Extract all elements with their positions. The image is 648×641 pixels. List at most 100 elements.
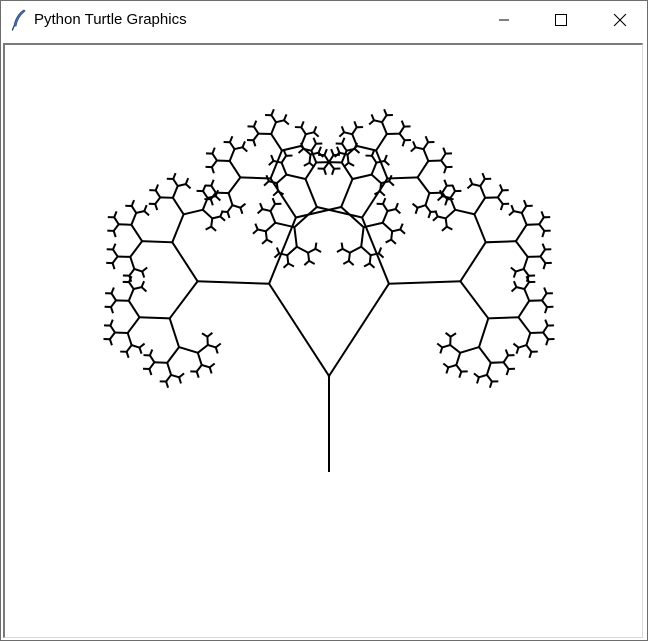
tree-branch [210,159,219,169]
title-bar[interactable]: Python Turtle Graphics [1,1,647,39]
tree-branch [538,255,547,265]
minimize-button[interactable] [481,1,527,39]
tree-branch [110,287,115,295]
tree-branch [140,285,148,293]
tree-branch [443,165,448,174]
tree-branch [129,255,136,271]
tree-branch [370,161,378,176]
tree-branch [377,251,385,259]
tree-branch [541,324,549,334]
tree-branch [401,138,406,147]
tree-branch [545,337,550,346]
tree-branch [112,215,121,226]
tree-branch [342,259,351,265]
tree-branch [127,267,136,278]
tree-branch [350,132,359,148]
turtle-canvas-area[interactable] [3,43,643,638]
tree-branch [385,238,393,244]
tree-branch [312,130,320,138]
tree-branch [473,212,488,244]
tree-branch [489,361,505,364]
tree-branch [327,153,335,164]
tree-branch [398,228,406,235]
tree-branch [218,215,226,222]
tree-branch [164,373,173,383]
tree-branch [280,161,288,176]
tree-branch [261,238,269,245]
tree-branch [252,120,258,128]
tree-branch [171,172,177,181]
tree-branch [370,113,376,122]
tree-branch [505,367,510,376]
tree-branch [171,177,180,188]
tree-branch [387,280,462,285]
tree-branch [177,345,200,355]
tree-branch [252,125,260,135]
tree-branch [512,280,518,289]
tree-branch [346,153,350,164]
tree-branch [108,331,117,341]
tree-branch [355,144,378,152]
tree-branch [210,179,215,187]
tree-branch [473,196,487,216]
tree-branch [300,121,305,129]
tree-branch [130,211,138,227]
tree-branch [434,210,440,218]
tree-branch [485,373,494,383]
close-button[interactable] [597,1,643,39]
tree-branch [468,177,474,186]
tree-branch [477,317,490,349]
tree-branch [265,174,271,183]
tree-branch [422,147,430,163]
tree-branch [381,202,389,213]
tree-branch [274,221,296,229]
tree-branch [109,298,118,309]
tree-branch [254,223,259,231]
tree-branch [228,140,236,151]
tree-branch [315,205,364,219]
tree-branch [484,240,517,244]
tree-branch [261,207,272,213]
tree-branch [112,222,121,233]
tree-branch [169,373,181,379]
minimize-icon [499,19,509,21]
tree-branch [270,108,275,117]
tree-branch [148,349,154,357]
tree-branch [514,223,528,243]
tree-branch [380,120,389,136]
tree-branch [228,159,242,179]
tree-branch [477,345,493,365]
tree-branch [517,315,532,335]
tree-branch [165,361,173,377]
tree-branch [412,140,417,149]
tree-branch [528,350,533,359]
tree-branch [510,266,518,273]
tree-branch [306,251,311,263]
tree-branch [499,202,505,211]
tree-branch [416,203,427,209]
tree-branch [168,279,200,320]
tree-branch [275,247,281,255]
tree-branch [496,189,504,199]
tree-branch [226,203,234,214]
tree-branch [269,120,278,136]
tree-branch [142,209,150,217]
tree-branch [453,208,476,216]
maximize-button[interactable] [538,1,584,39]
tree-branch [228,147,236,163]
tree-branch [414,146,425,151]
tree-branch [336,146,341,154]
tree-branch [267,179,279,185]
tree-branch [416,159,430,179]
tree-branch [130,223,144,243]
tree-branch [439,159,448,169]
tree-branch [473,372,481,379]
tree-branch [111,243,117,251]
tree-branch [387,179,395,187]
tree-branch [541,331,550,341]
tree-branch [542,261,547,270]
tree-branch [368,254,372,265]
tree-branch [127,299,141,319]
tree-branch [272,159,283,164]
tree-branch [340,142,348,153]
